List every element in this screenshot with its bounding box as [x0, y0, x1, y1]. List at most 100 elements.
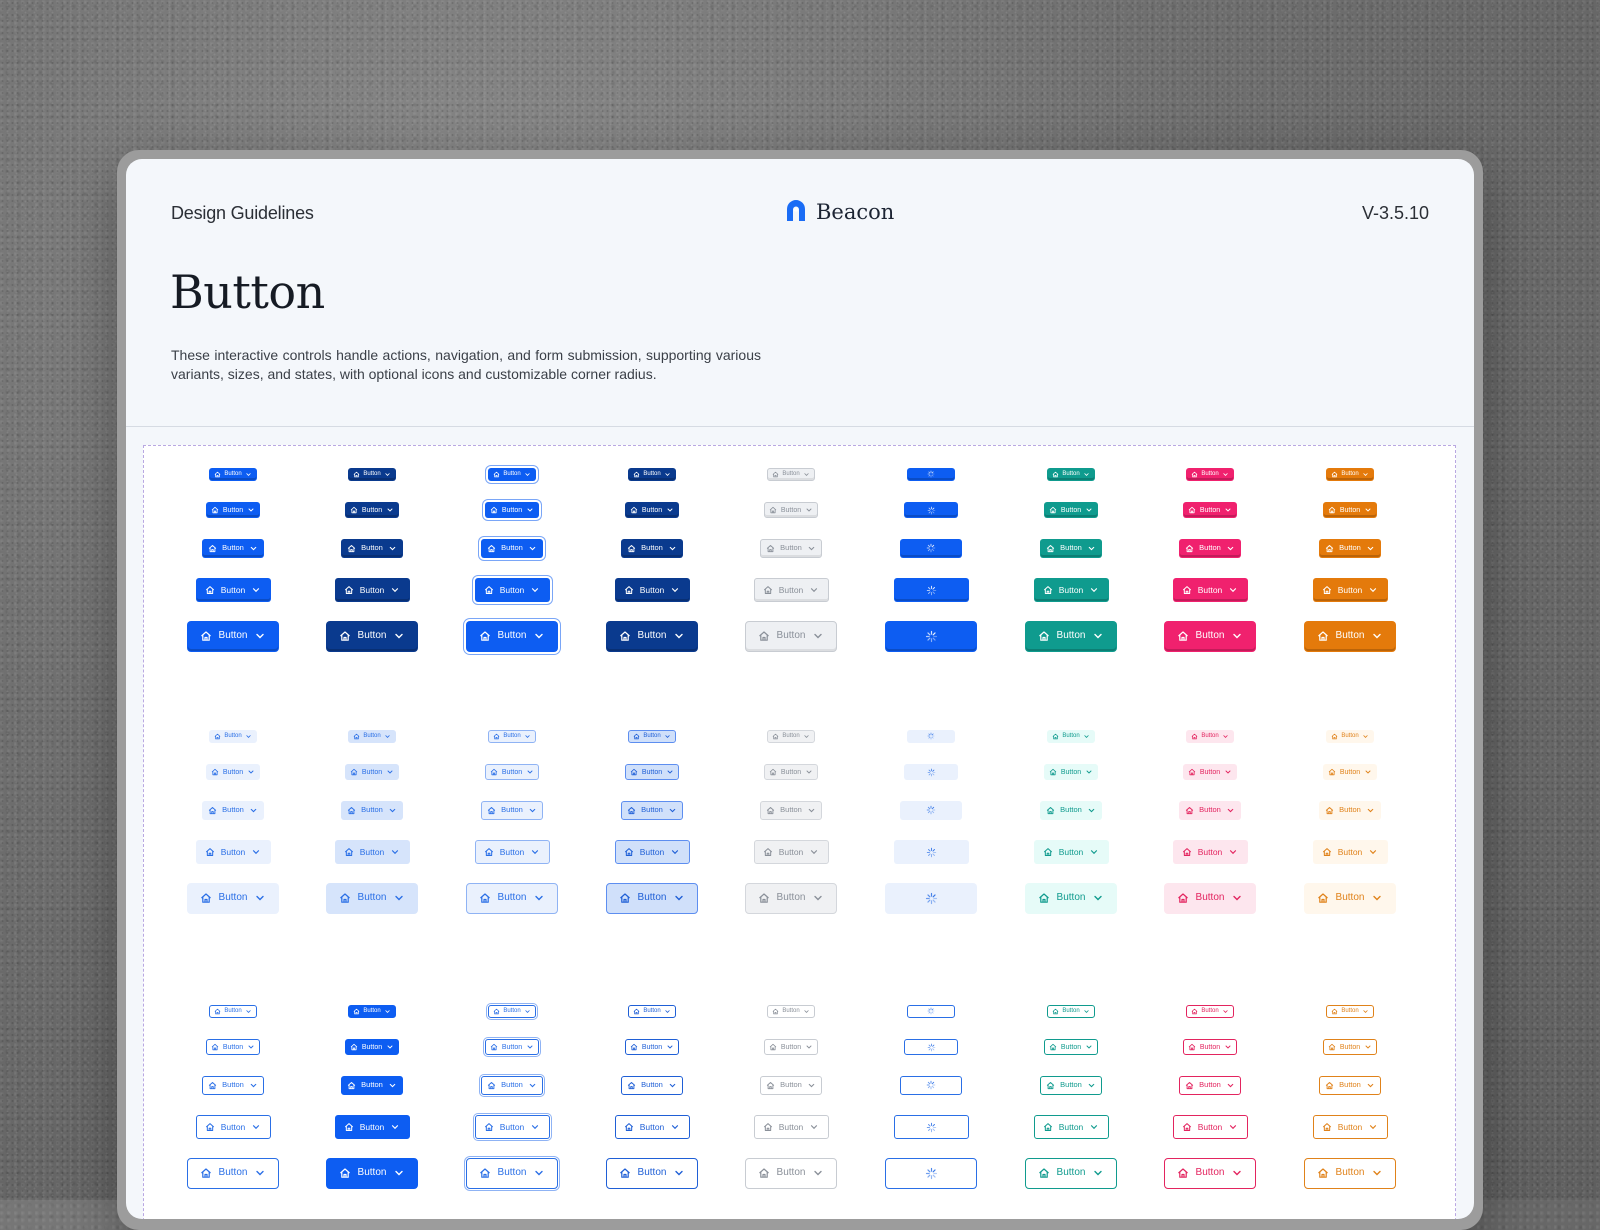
success-outline-button-sm[interactable]: Button: [1044, 1039, 1098, 1055]
disabled-solid-button-xl[interactable]: Button: [745, 620, 837, 652]
loading-soft-button-sm[interactable]: [904, 764, 958, 780]
loading-outline-button-md[interactable]: [900, 1075, 962, 1095]
success-outline-button-xl[interactable]: Button: [1025, 1157, 1117, 1189]
danger-soft-button-xl[interactable]: Button: [1164, 882, 1256, 914]
success-soft-button-xl[interactable]: Button: [1025, 882, 1117, 914]
pressed-outline-button-xl[interactable]: Button: [326, 1157, 418, 1189]
danger-solid-button-sm[interactable]: Button: [1183, 502, 1237, 518]
danger-outline-button-sm[interactable]: Button: [1183, 1039, 1237, 1055]
warning-outline-button-md[interactable]: Button: [1319, 1075, 1381, 1095]
disabled-soft-button-lg[interactable]: Button: [753, 840, 829, 864]
active-solid-button-sm[interactable]: Button: [625, 502, 679, 518]
pressed-outline-button-sm[interactable]: Button: [345, 1039, 399, 1055]
focused-soft-button-xs[interactable]: Button: [488, 729, 536, 743]
success-soft-button-sm[interactable]: Button: [1044, 764, 1098, 780]
warning-soft-button-xs[interactable]: Button: [1326, 729, 1374, 743]
disabled-outline-button-xs[interactable]: Button: [767, 1004, 815, 1018]
pressed-soft-button-xl[interactable]: Button: [326, 882, 418, 914]
warning-soft-button-md[interactable]: Button: [1319, 800, 1381, 820]
warning-soft-button-xl[interactable]: Button: [1304, 882, 1396, 914]
primary-soft-button-md[interactable]: Button: [202, 800, 264, 820]
loading-outline-button-sm[interactable]: [904, 1039, 958, 1055]
disabled-solid-button-sm[interactable]: Button: [764, 502, 818, 518]
focused-solid-button-lg[interactable]: Button: [474, 578, 550, 602]
focused-solid-button-md[interactable]: Button: [481, 538, 543, 558]
warning-solid-button-xs[interactable]: Button: [1326, 467, 1374, 481]
primary-soft-button-xl[interactable]: Button: [187, 882, 279, 914]
focused-outline-button-md[interactable]: Button: [481, 1075, 543, 1095]
focused-soft-button-sm[interactable]: Button: [485, 764, 539, 780]
focused-solid-button-xl[interactable]: Button: [466, 620, 558, 652]
pressed-soft-button-xs[interactable]: Button: [348, 729, 396, 743]
focused-solid-button-xs[interactable]: Button: [488, 467, 536, 481]
focused-soft-button-lg[interactable]: Button: [474, 840, 550, 864]
warning-soft-button-sm[interactable]: Button: [1323, 764, 1377, 780]
primary-outline-button-xs[interactable]: Button: [209, 1004, 257, 1018]
warning-outline-button-lg[interactable]: Button: [1312, 1115, 1388, 1139]
warning-outline-button-xl[interactable]: Button: [1304, 1157, 1396, 1189]
active-soft-button-sm[interactable]: Button: [625, 764, 679, 780]
active-soft-button-xl[interactable]: Button: [606, 882, 698, 914]
disabled-outline-button-sm[interactable]: Button: [764, 1039, 818, 1055]
primary-soft-button-sm[interactable]: Button: [206, 764, 260, 780]
pressed-outline-button-xs[interactable]: Button: [348, 1004, 396, 1018]
pressed-solid-button-sm[interactable]: Button: [345, 502, 399, 518]
pressed-soft-button-md[interactable]: Button: [341, 800, 403, 820]
warning-soft-button-lg[interactable]: Button: [1312, 840, 1388, 864]
success-solid-button-sm[interactable]: Button: [1044, 502, 1098, 518]
focused-soft-button-xl[interactable]: Button: [466, 882, 558, 914]
danger-soft-button-sm[interactable]: Button: [1183, 764, 1237, 780]
pressed-solid-button-lg[interactable]: Button: [334, 578, 410, 602]
disabled-solid-button-lg[interactable]: Button: [753, 578, 829, 602]
disabled-outline-button-md[interactable]: Button: [760, 1075, 822, 1095]
danger-solid-button-md[interactable]: Button: [1179, 538, 1241, 558]
disabled-soft-button-xs[interactable]: Button: [767, 729, 815, 743]
disabled-outline-button-lg[interactable]: Button: [753, 1115, 829, 1139]
active-soft-button-lg[interactable]: Button: [614, 840, 690, 864]
warning-solid-button-lg[interactable]: Button: [1312, 578, 1388, 602]
active-solid-button-xs[interactable]: Button: [628, 467, 676, 481]
primary-solid-button-md[interactable]: Button: [202, 538, 264, 558]
danger-outline-button-xl[interactable]: Button: [1164, 1157, 1256, 1189]
primary-outline-button-md[interactable]: Button: [202, 1075, 264, 1095]
disabled-solid-button-md[interactable]: Button: [760, 538, 822, 558]
loading-outline-button-xs[interactable]: [907, 1004, 955, 1018]
warning-solid-button-md[interactable]: Button: [1319, 538, 1381, 558]
primary-solid-button-lg[interactable]: Button: [195, 578, 271, 602]
pressed-solid-button-xs[interactable]: Button: [348, 467, 396, 481]
active-outline-button-md[interactable]: Button: [621, 1075, 683, 1095]
primary-soft-button-xs[interactable]: Button: [209, 729, 257, 743]
loading-solid-button-xs[interactable]: [907, 467, 955, 481]
danger-soft-button-xs[interactable]: Button: [1186, 729, 1234, 743]
warning-solid-button-xl[interactable]: Button: [1304, 620, 1396, 652]
primary-solid-button-sm[interactable]: Button: [206, 502, 260, 518]
pressed-outline-button-lg[interactable]: Button: [334, 1115, 410, 1139]
success-solid-button-lg[interactable]: Button: [1033, 578, 1109, 602]
active-solid-button-md[interactable]: Button: [621, 538, 683, 558]
active-outline-button-xs[interactable]: Button: [628, 1004, 676, 1018]
success-solid-button-xl[interactable]: Button: [1025, 620, 1117, 652]
loading-solid-button-sm[interactable]: [904, 502, 958, 518]
focused-outline-button-lg[interactable]: Button: [474, 1115, 550, 1139]
active-outline-button-lg[interactable]: Button: [614, 1115, 690, 1139]
loading-solid-button-xl[interactable]: [885, 620, 977, 652]
loading-soft-button-md[interactable]: [900, 800, 962, 820]
danger-solid-button-xs[interactable]: Button: [1186, 467, 1234, 481]
success-outline-button-md[interactable]: Button: [1040, 1075, 1102, 1095]
focused-solid-button-sm[interactable]: Button: [485, 502, 539, 518]
disabled-soft-button-md[interactable]: Button: [760, 800, 822, 820]
loading-soft-button-xs[interactable]: [907, 729, 955, 743]
active-solid-button-lg[interactable]: Button: [614, 578, 690, 602]
pressed-solid-button-xl[interactable]: Button: [326, 620, 418, 652]
danger-solid-button-xl[interactable]: Button: [1164, 620, 1256, 652]
success-outline-button-lg[interactable]: Button: [1033, 1115, 1109, 1139]
disabled-soft-button-sm[interactable]: Button: [764, 764, 818, 780]
warning-outline-button-xs[interactable]: Button: [1326, 1004, 1374, 1018]
pressed-soft-button-sm[interactable]: Button: [345, 764, 399, 780]
danger-soft-button-lg[interactable]: Button: [1172, 840, 1248, 864]
active-solid-button-xl[interactable]: Button: [606, 620, 698, 652]
loading-outline-button-xl[interactable]: [885, 1157, 977, 1189]
primary-outline-button-sm[interactable]: Button: [206, 1039, 260, 1055]
primary-outline-button-lg[interactable]: Button: [195, 1115, 271, 1139]
active-soft-button-md[interactable]: Button: [621, 800, 683, 820]
